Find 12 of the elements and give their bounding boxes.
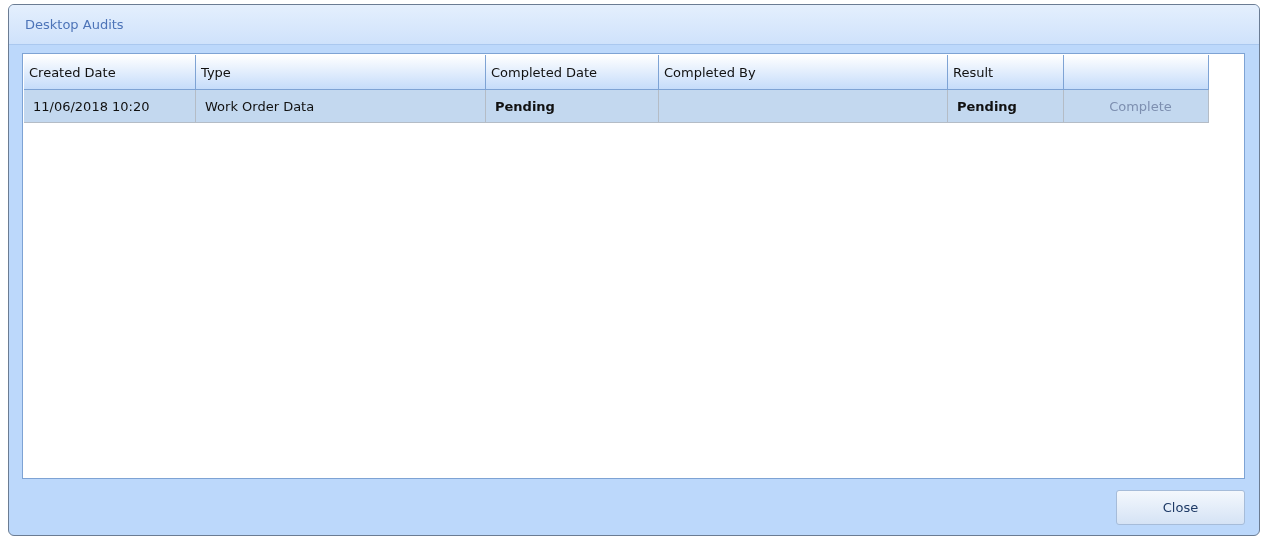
close-button[interactable]: Close	[1116, 490, 1245, 525]
table-cell: Work Order Data	[196, 90, 486, 123]
column-header[interactable]	[1064, 55, 1209, 90]
window-title: Desktop Audits	[25, 17, 124, 32]
table-cell: Pending	[486, 90, 659, 123]
column-header[interactable]: Type	[196, 55, 486, 90]
column-header[interactable]: Completed By	[659, 55, 948, 90]
column-header[interactable]: Result	[948, 55, 1064, 90]
table-cell: 11/06/2018 10:20	[24, 90, 196, 123]
column-header[interactable]: Created Date	[24, 55, 196, 90]
table-cell: Pending	[948, 90, 1064, 123]
column-header[interactable]: Completed Date	[486, 55, 659, 90]
